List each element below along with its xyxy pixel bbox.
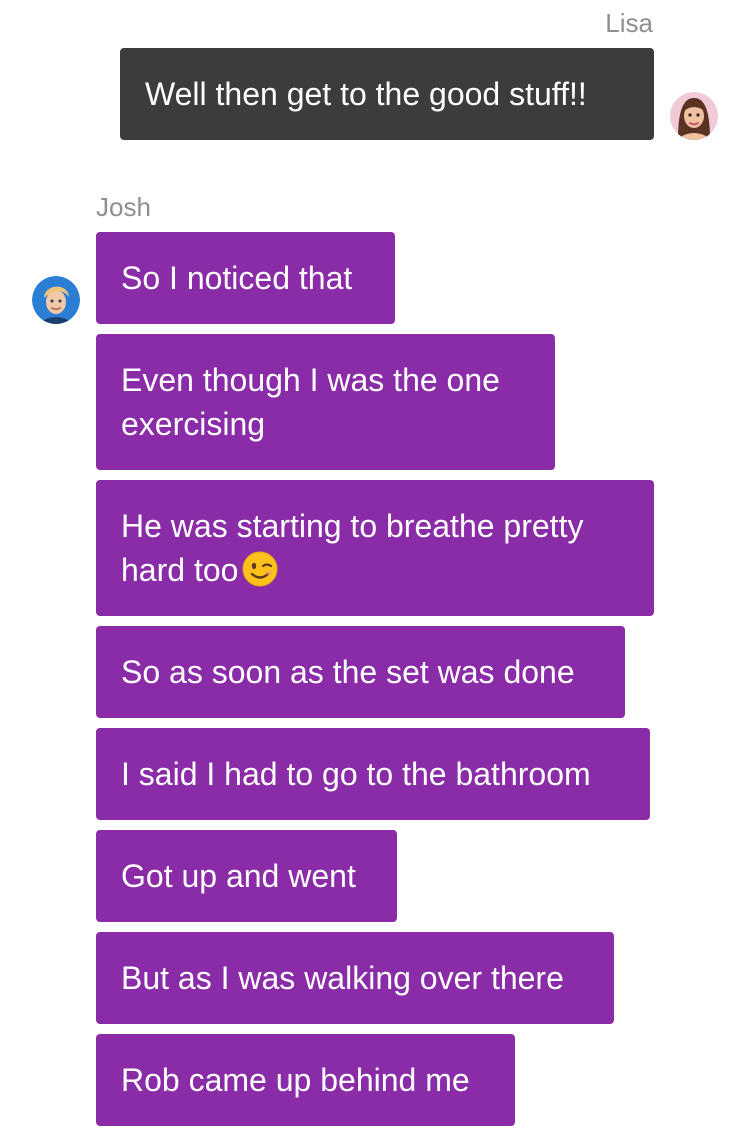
message-text: Even though I was the one bbox=[121, 362, 500, 398]
message-text: But as I was walking over there bbox=[121, 960, 564, 996]
message-bubble[interactable]: So as soon as the set was done bbox=[96, 626, 625, 718]
message-text: He was starting to breathe pretty bbox=[121, 508, 584, 544]
message-bubble[interactable]: He was starting to breathe pretty hard t… bbox=[96, 480, 654, 616]
message-bubble[interactable]: But as I was walking over there bbox=[96, 932, 614, 1024]
message-bubble[interactable]: Well then get to the good stuff!! bbox=[120, 48, 654, 140]
message-bubble[interactable]: So I noticed that bbox=[96, 232, 395, 324]
message-text: So as soon as the set was done bbox=[121, 654, 575, 690]
sender-name-lisa: Lisa bbox=[605, 8, 653, 38]
message-bubble[interactable]: Even though I was the one exercising bbox=[96, 334, 555, 470]
lisa-avatar-icon[interactable] bbox=[670, 92, 718, 140]
message-text: Rob came up behind me bbox=[121, 1062, 470, 1098]
message-bubble[interactable]: Rob came up behind me bbox=[96, 1034, 515, 1126]
message-text: hard too bbox=[121, 552, 239, 588]
message-bubble[interactable]: Got up and went bbox=[96, 830, 397, 922]
message-text: So I noticed that bbox=[121, 260, 353, 296]
message-text: Got up and went bbox=[121, 858, 356, 894]
sender-name-josh: Josh bbox=[96, 192, 151, 222]
message-text: I said I had to go to the bathroom bbox=[121, 756, 591, 792]
message-text: exercising bbox=[121, 406, 266, 442]
message-text: Well then get to the good stuff!! bbox=[145, 76, 587, 112]
josh-avatar-icon[interactable] bbox=[32, 276, 80, 324]
message-bubble[interactable]: I said I had to go to the bathroom bbox=[96, 728, 650, 820]
winking-face-emoji bbox=[242, 551, 278, 598]
